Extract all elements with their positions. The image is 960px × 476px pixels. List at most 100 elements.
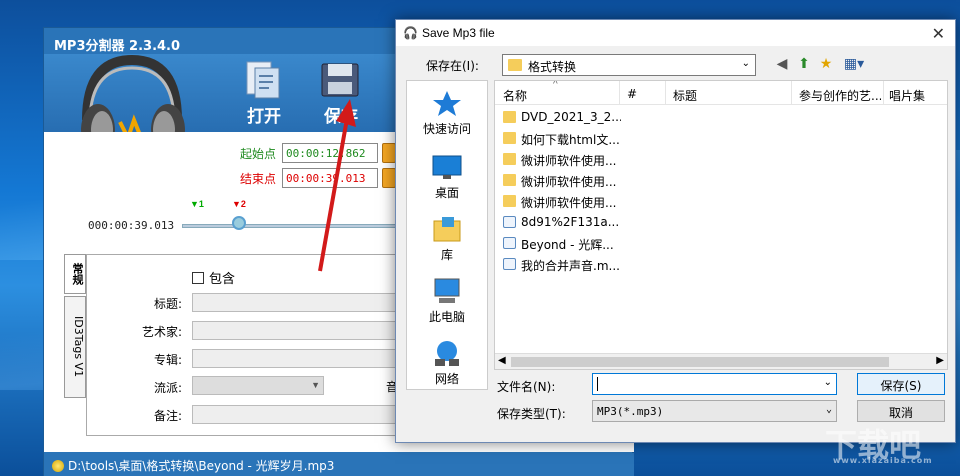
folder-icon [503, 111, 516, 123]
position-slider-knob[interactable] [232, 216, 246, 230]
up-folder-icon[interactable]: ⬆ [794, 55, 814, 75]
genre-select[interactable]: ▼ [192, 376, 324, 395]
place-network[interactable]: 网络 [407, 339, 487, 387]
end-point-label: 结束点 [240, 172, 277, 186]
save-in-combo[interactable]: 格式转换 ⌄ [502, 54, 756, 76]
filetype-select[interactable]: MP3(*.mp3) ⌄ [592, 400, 837, 422]
place-label: 快速访问 [422, 122, 471, 136]
save-mp3-dialog: Save Mp3 file 🎧 ✕ 保存在(I): 格式转换 ⌄ ◀ ⬆ ★ ▦▾… [395, 19, 956, 443]
folder-icon [503, 195, 516, 207]
site-watermark: 下载吧 www.xiazaiba.com [825, 420, 955, 470]
start-point-set-button[interactable] [382, 143, 396, 163]
filename-label: 文件名(N): [497, 380, 556, 394]
headphones-small-icon: 🎧 [403, 26, 418, 40]
annotation-arrow [318, 99, 356, 272]
file-row[interactable]: 微讲师软件使用... [503, 171, 621, 191]
place-quick-access[interactable]: 快速访问 [407, 89, 487, 137]
place-label: 网络 [434, 372, 459, 386]
place-label: 此电脑 [428, 310, 465, 324]
view-menu-icon[interactable]: ▦▾ [840, 55, 868, 75]
folder-icon [508, 59, 522, 71]
start-marker-icon: ▼1 [190, 199, 204, 209]
new-folder-icon[interactable]: ★ [816, 55, 836, 75]
file-row[interactable]: 8d91%2F131a... [503, 213, 621, 233]
tab-general[interactable]: 常规 [64, 254, 86, 294]
place-label: 桌面 [434, 186, 459, 200]
start-point-label: 起始点 [240, 147, 277, 161]
column-artists[interactable]: 参与创作的艺... [799, 87, 881, 104]
dialog-title: Save Mp3 file [422, 26, 495, 40]
open-button[interactable]: 打开 [229, 58, 299, 128]
dialog-titlebar: Save Mp3 file [396, 20, 955, 46]
place-this-pc[interactable]: 此电脑 [407, 277, 487, 325]
audio-file-icon [503, 216, 516, 228]
star-icon [433, 91, 461, 116]
status-path: D:\tools\桌面\格式转换\Beyond - 光辉岁月.mp3 [68, 459, 335, 473]
file-list-header: ^ 名称 # 标题 参与创作的艺... 唱片集 [495, 81, 947, 105]
scroll-right-icon[interactable]: ▶ [936, 355, 944, 366]
library-icon [433, 217, 461, 242]
column-number[interactable]: # [627, 87, 637, 101]
file-name: 8d91%2F131a... [521, 215, 620, 229]
chevron-down-icon: ⌄ [741, 58, 750, 69]
album-input[interactable] [192, 349, 402, 368]
desktop-icon [432, 155, 462, 179]
title-input[interactable] [192, 293, 402, 312]
comment-input[interactable] [192, 405, 402, 424]
filetype-label: 保存类型(T): [497, 407, 566, 421]
open-label: 打开 [247, 107, 281, 127]
file-row[interactable]: 如何下载html文... [503, 129, 621, 149]
computer-icon [434, 278, 460, 303]
horizontal-scrollbar[interactable]: ◀ ▶ [495, 353, 947, 369]
scrollbar-thumb[interactable] [511, 357, 889, 367]
scroll-left-icon[interactable]: ◀ [498, 355, 506, 366]
file-row[interactable]: 我的合并声音.m... [503, 255, 621, 275]
include-checkbox[interactable]: 包含 [192, 268, 235, 287]
save-in-label: 保存在(I): [426, 59, 479, 73]
file-row[interactable]: DVD_2021_3_2... [503, 108, 621, 128]
end-marker-number: 2 [240, 199, 246, 209]
title-label: 标题: [153, 297, 182, 311]
folder-icon [503, 153, 516, 165]
filename-input[interactable]: ⌄ [592, 373, 837, 395]
file-row[interactable]: 微讲师软件使用... [503, 150, 621, 170]
column-title[interactable]: 标题 [673, 87, 697, 104]
file-list: ^ 名称 # 标题 参与创作的艺... 唱片集 DVD_2021_3_2... … [494, 80, 948, 370]
column-album[interactable]: 唱片集 [889, 87, 925, 104]
file-name: Beyond - 光辉... [521, 238, 614, 252]
artist-input[interactable] [192, 321, 402, 340]
folder-icon [503, 132, 516, 144]
back-icon[interactable]: ◀ [772, 55, 792, 75]
genre-label: 流派: [153, 381, 182, 395]
file-row[interactable]: Beyond - 光辉... [503, 234, 621, 254]
file-name: 如何下载html文... [521, 133, 620, 147]
checkbox-box[interactable] [192, 272, 204, 284]
file-name: 微讲师软件使用... [521, 175, 617, 189]
position-time: 000:00:39.013 [88, 219, 175, 232]
close-icon[interactable]: ✕ [932, 24, 945, 44]
file-name: 微讲师软件使用... [521, 154, 617, 168]
comment-label: 备注: [153, 409, 182, 423]
chevron-down-icon: ▼ [311, 380, 320, 390]
current-folder: 格式转换 [528, 60, 577, 74]
place-desktop[interactable]: 桌面 [407, 153, 487, 201]
place-library[interactable]: 库 [407, 215, 487, 263]
file-name: 我的合并声音.m... [521, 259, 620, 273]
dialog-save-button[interactable]: 保存(S) [857, 373, 945, 395]
filetype-value: MP3(*.mp3) [597, 405, 664, 418]
end-point-set-button[interactable] [382, 168, 396, 188]
file-row[interactable]: 微讲师软件使用... [503, 192, 621, 212]
tab-id3tags-v1[interactable]: ID3Tags V1 [64, 296, 86, 398]
file-name: 微讲师软件使用... [521, 196, 617, 210]
position-slider-track[interactable] [182, 224, 397, 228]
places-bar: 快速访问 桌面 库 此电脑 网络 [406, 80, 488, 390]
include-label: 包含 [209, 272, 236, 287]
chevron-down-icon[interactable]: ⌄ [824, 377, 832, 388]
end-marker-icon: ▼2 [232, 199, 246, 209]
file-name: DVD_2021_3_2... [521, 110, 621, 124]
open-file-icon [246, 61, 280, 99]
audio-file-icon [503, 237, 516, 249]
artist-label: 艺术家: [141, 325, 182, 339]
column-name[interactable]: 名称 [503, 87, 613, 104]
dialog-cancel-button[interactable]: 取消 [857, 400, 945, 422]
